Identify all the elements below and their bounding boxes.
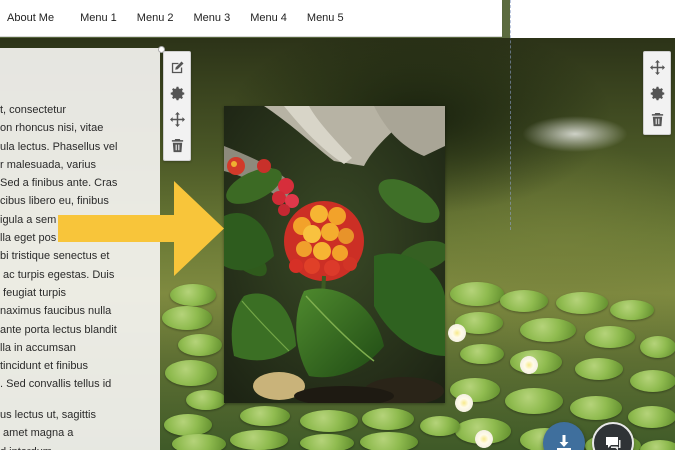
editor-canvas: About Me Menu 1 Menu 2 Menu 3 Menu 4 Men… [0,0,675,450]
layout-guide-line [510,0,512,230]
edit-icon[interactable] [164,54,190,80]
trash-icon[interactable] [164,132,190,158]
move-icon[interactable] [644,54,670,80]
nav-item-about-me[interactable]: About Me [0,12,64,24]
flower-photo[interactable] [224,106,445,403]
element-toolbar-right [643,51,671,135]
header-blank-area [510,0,675,38]
nav-item-menu-5[interactable]: Menu 5 [297,12,354,24]
trash-icon[interactable] [644,106,670,132]
nav-item-menu-3[interactable]: Menu 3 [184,12,241,24]
gear-icon[interactable] [644,80,670,106]
nav-item-menu-4[interactable]: Menu 4 [240,12,297,24]
nav-item-menu-2[interactable]: Menu 2 [127,12,184,24]
nav-menu: About Me Menu 1 Menu 2 Menu 3 Menu 4 Men… [0,0,502,37]
nav-item-menu-1[interactable]: Menu 1 [70,12,127,24]
body-paragraph-2: us lectus ut, sagittis amet magna a d in… [0,409,96,450]
element-toolbar-left [163,51,191,161]
gear-icon[interactable] [164,80,190,106]
arrow-icon [58,181,224,276]
move-icon[interactable] [164,106,190,132]
download-icon [557,435,571,450]
chat-icon [606,437,621,450]
